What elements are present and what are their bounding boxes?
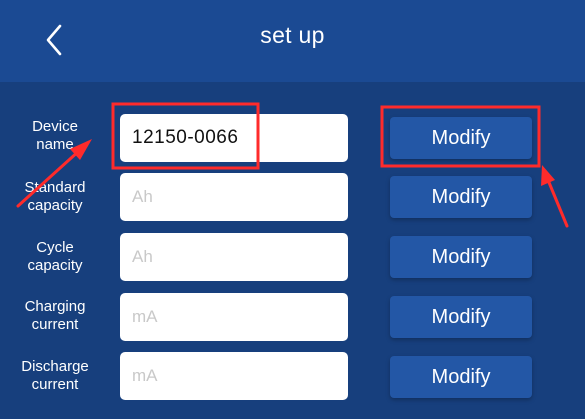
charging-current-field[interactable]: mA: [120, 293, 348, 341]
modify-charging-current-button[interactable]: Modify: [390, 296, 532, 338]
modify-device-name-button[interactable]: Modify: [390, 117, 532, 159]
standard-capacity-field[interactable]: Ah: [120, 173, 348, 221]
header-bar: set up: [0, 0, 585, 82]
cycle-capacity-field[interactable]: Ah: [120, 233, 348, 281]
row-standard-capacity: Standard capacity Ah Modify: [0, 169, 585, 229]
charging-current-label: Charging current: [24, 298, 86, 333]
discharge-current-placeholder: mA: [132, 366, 158, 385]
row-charging-current: Charging current mA Modify: [0, 290, 585, 350]
modify-standard-capacity-button[interactable]: Modify: [390, 176, 532, 218]
modify-cycle-capacity-button[interactable]: Modify: [390, 236, 532, 278]
row-device-name: Device name 12150-0066 Modify: [0, 108, 585, 168]
modify-discharge-current-button[interactable]: Modify: [390, 356, 532, 398]
cycle-capacity-placeholder: Ah: [132, 247, 153, 266]
settings-form: Device name 12150-0066 Modify Standard c…: [0, 82, 585, 419]
page-title: set up: [260, 22, 325, 48]
charging-current-placeholder: mA: [132, 307, 158, 326]
discharge-current-field[interactable]: mA: [120, 352, 348, 400]
cycle-capacity-label: Cycle capacity: [27, 239, 83, 274]
standard-capacity-placeholder: Ah: [132, 187, 153, 206]
discharge-current-label: Discharge current: [21, 358, 89, 393]
device-name-label: Device name: [32, 118, 78, 153]
row-cycle-capacity: Cycle capacity Ah Modify: [0, 229, 585, 289]
device-name-field[interactable]: 12150-0066: [120, 114, 348, 162]
row-discharge-current: Discharge current mA Modify: [0, 350, 585, 410]
standard-capacity-label: Standard capacity: [24, 179, 86, 214]
device-name-value: 12150-0066: [132, 127, 239, 148]
